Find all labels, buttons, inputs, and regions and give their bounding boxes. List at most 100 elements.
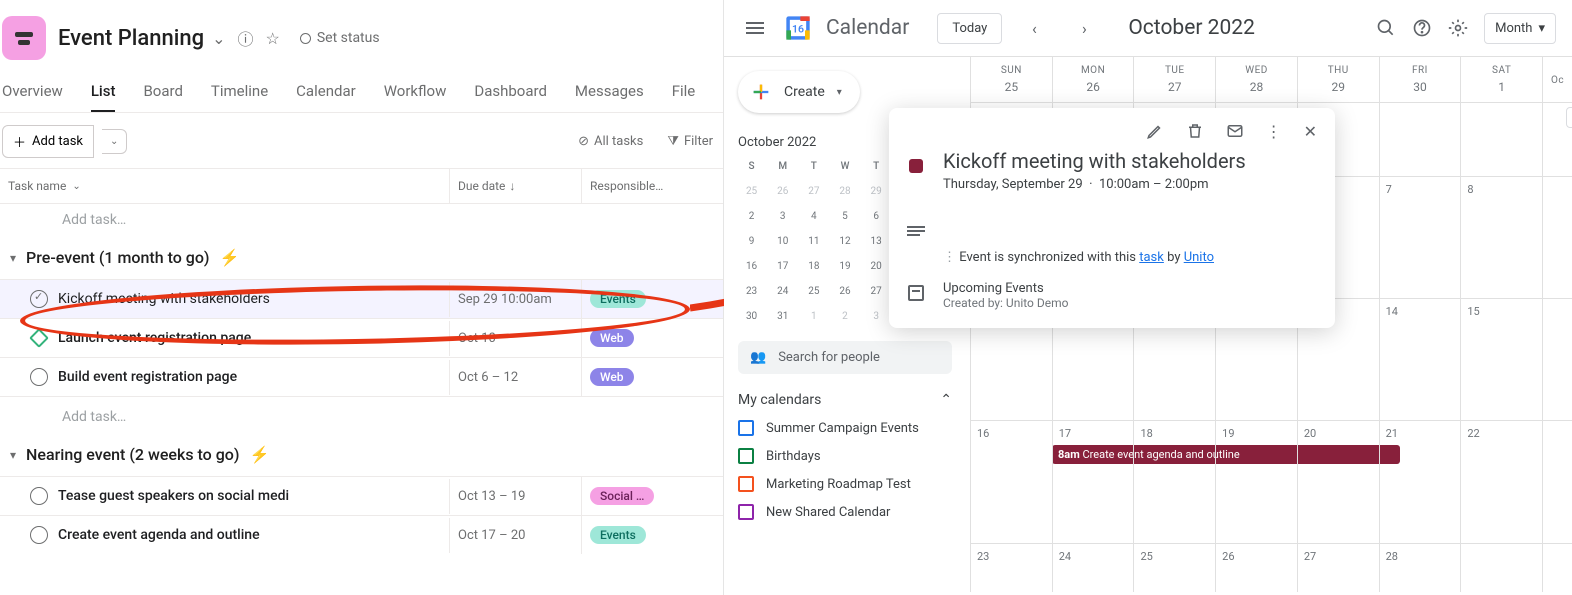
checkbox-icon[interactable] xyxy=(738,504,754,520)
day-cell[interactable] xyxy=(1460,544,1542,593)
day-cell[interactable]: 23 xyxy=(970,544,1052,593)
task-row[interactable]: Create event agenda and outlineOct 17 – … xyxy=(0,515,723,554)
help-icon[interactable] xyxy=(1412,18,1432,38)
calendar-item[interactable]: Summer Campaign Events xyxy=(738,420,952,436)
checkbox-icon[interactable] xyxy=(738,476,754,492)
add-task-row[interactable]: Add task… xyxy=(0,396,723,433)
close-icon[interactable]: ✕ xyxy=(1304,122,1317,141)
check-circle-icon[interactable] xyxy=(30,487,48,505)
day-cell[interactable]: 7 xyxy=(1379,177,1461,298)
checkbox-icon[interactable] xyxy=(738,420,754,436)
task-tag[interactable]: Events xyxy=(590,290,646,308)
filter-icon: ⧩ xyxy=(667,134,679,149)
day-cell[interactable]: 19 xyxy=(1215,421,1297,542)
day-cell[interactable]: 27 xyxy=(1297,544,1379,593)
plus-icon: ＋ xyxy=(13,132,26,151)
status-dot-icon xyxy=(300,33,311,44)
hamburger-icon[interactable] xyxy=(740,16,770,40)
day-cell[interactable]: 17 xyxy=(1052,421,1134,542)
check-circle-icon[interactable] xyxy=(30,526,48,544)
task-due: Oct 6 – 12 xyxy=(449,360,581,395)
next-month-button[interactable]: › xyxy=(1066,10,1102,46)
delete-icon[interactable] xyxy=(1186,122,1204,141)
day-cell[interactable]: 22 xyxy=(1460,421,1542,542)
section-pre-event[interactable]: ▾ Pre-event (1 month to go) ⚡ xyxy=(0,236,723,279)
gcal-week-row[interactable]: 232425262728 xyxy=(970,543,1572,593)
add-task-row-top[interactable]: Add task… xyxy=(0,204,723,236)
sync-unito-link[interactable]: Unito xyxy=(1184,250,1214,265)
task-tag[interactable]: Web xyxy=(590,329,634,347)
tab-messages[interactable]: Messages xyxy=(575,82,644,112)
day-cell[interactable]: 25 xyxy=(1133,544,1215,593)
sync-task-link[interactable]: task xyxy=(1139,250,1164,265)
task-tag[interactable]: Web xyxy=(590,368,634,386)
set-status-button[interactable]: Set status xyxy=(300,30,380,46)
task-name: Create event agenda and outline xyxy=(58,527,260,543)
email-icon[interactable] xyxy=(1226,122,1244,141)
column-due-date[interactable]: Due date ↓ xyxy=(449,169,581,203)
task-row[interactable]: Kickoff meeting with stakeholdersSep 29 … xyxy=(0,279,723,318)
tab-dashboard[interactable]: Dashboard xyxy=(474,82,547,112)
all-tasks-filter[interactable]: ⊘ All tasks xyxy=(570,128,651,155)
tab-file[interactable]: File xyxy=(672,82,696,112)
caret-down-icon: ▾ xyxy=(1538,21,1545,36)
info-icon[interactable]: ⓘ xyxy=(237,26,253,50)
add-task-button[interactable]: ＋ Add task xyxy=(2,125,94,158)
tab-timeline[interactable]: Timeline xyxy=(211,82,268,112)
day-cell[interactable]: 8 xyxy=(1460,177,1542,298)
check-circle-icon[interactable] xyxy=(30,290,48,308)
project-title: Event Planning xyxy=(58,26,204,51)
task-row[interactable]: Tease guest speakers on social mediOct 1… xyxy=(0,476,723,515)
task-tag[interactable]: Events xyxy=(590,526,646,544)
day-cell[interactable]: 15 xyxy=(1460,299,1542,420)
task-row[interactable]: Build event registration pageOct 6 – 12W… xyxy=(0,357,723,396)
search-people-input[interactable]: 👥 Search for people xyxy=(738,341,952,374)
column-responsible[interactable]: Responsible… xyxy=(581,169,723,203)
chevron-down-icon: ⌄ xyxy=(72,181,80,192)
day-cell[interactable]: 18 xyxy=(1133,421,1215,542)
view-selector[interactable]: Month ▾ xyxy=(1484,13,1556,44)
create-button[interactable]: Create ▾ xyxy=(738,71,860,113)
task-tag[interactable]: Social … xyxy=(590,487,654,505)
tab-calendar[interactable]: Calendar xyxy=(296,82,356,112)
day-cell[interactable]: 14 xyxy=(1379,299,1461,420)
more-icon[interactable]: ⋮ xyxy=(1266,122,1282,141)
edit-icon[interactable] xyxy=(1146,122,1164,141)
checkbox-icon[interactable] xyxy=(738,448,754,464)
day-cell[interactable]: 24 xyxy=(1052,544,1134,593)
bolt-icon: ⚡ xyxy=(249,445,269,464)
day-cell[interactable]: 26 xyxy=(1215,544,1297,593)
settings-icon[interactable] xyxy=(1448,18,1468,38)
check-circle-icon[interactable] xyxy=(30,368,48,386)
calendar-item[interactable]: Birthdays xyxy=(738,448,952,464)
my-calendars-header[interactable]: My calendars ⌃ xyxy=(738,392,952,408)
filter-button[interactable]: ⧩ Filter xyxy=(659,128,721,155)
calendar-item[interactable]: New Shared Calendar xyxy=(738,504,952,520)
day-cell[interactable]: 20 xyxy=(1297,421,1379,542)
search-icon[interactable] xyxy=(1376,18,1396,38)
gcal-week-row[interactable]: 8am Create event agenda and outline 1617… xyxy=(970,420,1572,542)
column-task-name[interactable]: Task name ⌄ xyxy=(0,169,449,203)
day-cell[interactable] xyxy=(1379,103,1461,176)
task-name: Kickoff meeting with stakeholders xyxy=(58,291,270,307)
today-button[interactable]: Today xyxy=(937,13,1002,44)
add-task-dropdown[interactable]: ⌄ xyxy=(102,129,127,154)
task-row[interactable]: Launch event registration pageOct 10Web xyxy=(0,318,723,357)
tab-list[interactable]: List xyxy=(91,82,116,112)
tab-workflow[interactable]: Workflow xyxy=(384,82,447,112)
tab-overview[interactable]: Overview xyxy=(2,82,63,112)
tab-board[interactable]: Board xyxy=(143,82,182,112)
section-nearing-event[interactable]: ▾ Nearing event (2 weeks to go) ⚡ xyxy=(0,433,723,476)
day-cell[interactable]: 28 xyxy=(1379,544,1461,593)
star-icon[interactable]: ☆ xyxy=(266,29,280,48)
popup-title: Kickoff meeting with stakeholders xyxy=(943,149,1246,173)
prev-month-button[interactable]: ‹ xyxy=(1016,10,1052,46)
project-dropdown-icon[interactable]: ⌄ xyxy=(212,29,225,48)
event-color-badge xyxy=(909,159,923,173)
calendar-item[interactable]: Marketing Roadmap Test xyxy=(738,476,952,492)
day-cell[interactable]: 21 xyxy=(1379,421,1461,542)
day-cell[interactable]: 16 xyxy=(970,421,1052,542)
sort-down-icon: ↓ xyxy=(509,179,515,193)
day-cell[interactable] xyxy=(1460,103,1542,176)
event-popup: ⋮ ✕ Kickoff meeting with stakeholders Th… xyxy=(889,108,1335,328)
